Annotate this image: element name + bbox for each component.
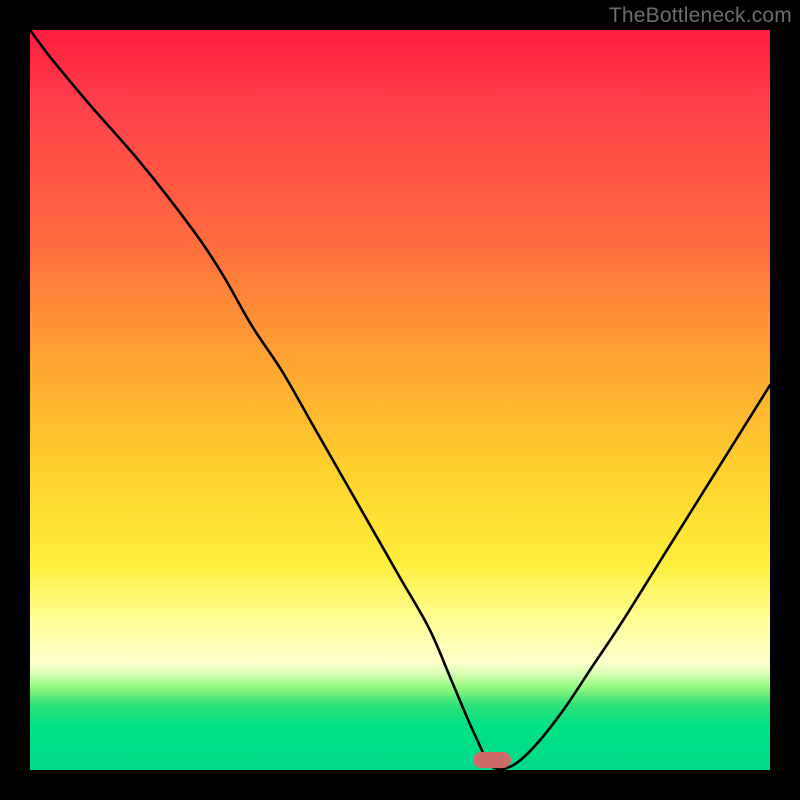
watermark-text: TheBottleneck.com [609, 4, 792, 28]
outer-frame: TheBottleneck.com [0, 0, 800, 800]
plot-area [30, 30, 770, 770]
curve-path [30, 30, 770, 770]
optimal-marker [473, 752, 511, 768]
bottleneck-curve [30, 30, 770, 770]
